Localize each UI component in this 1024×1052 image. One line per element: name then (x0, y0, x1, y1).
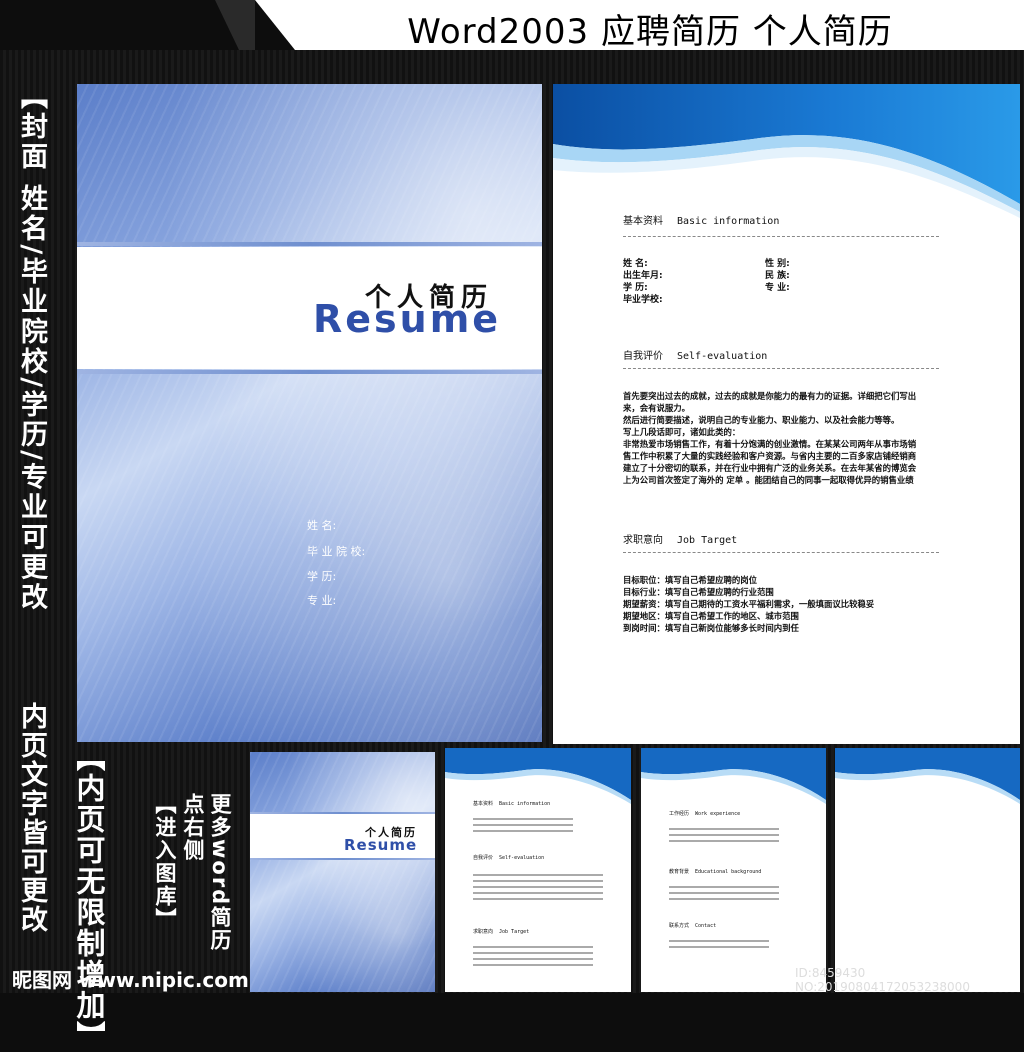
thumb-text-block (669, 828, 779, 830)
section-job-heading: 求职意向 Job Target (623, 531, 737, 546)
section-job-cn: 求职意向 (623, 535, 663, 546)
job-text-line: 目标职位：填写自己希望应聘的岗位 (623, 575, 757, 585)
thumb-text-block (669, 898, 779, 900)
side-caption-cover: 【封面 姓名/毕业院校/学历/专业可更改 (16, 82, 47, 613)
thumb-text-block (669, 834, 779, 836)
thumb-section-1-cn: 工作经历 (669, 811, 690, 817)
self-text-line: 来，会有说服力。 (623, 403, 690, 413)
thumb-text-block (473, 958, 593, 960)
thumb-section-2: 自我评价 Self-evaluation (473, 854, 544, 861)
watermark-left: 昵图网 www.nipic.com (12, 968, 249, 992)
content-page-thumbnail-1: 基本资料 Basic information 自我评价 Self-evaluatio… (445, 748, 631, 992)
page-header-wave (641, 748, 826, 804)
thumb-text-block (473, 952, 593, 954)
thumb-section-3-en: Contact (695, 923, 717, 929)
page-header-wave (445, 748, 631, 804)
thumb-cover-resume: Resume (344, 836, 418, 854)
thumb-text-block (473, 824, 573, 826)
thumb-section-2-en: Educational background (695, 869, 762, 875)
divider (623, 236, 939, 237)
thumb-section-1-cn: 基本资料 (473, 801, 494, 807)
side-caption-more: 更多word简历 (208, 793, 232, 953)
cover-field-school: 毕 业 院 校: (307, 545, 366, 558)
section-self-en: Self-evaluation (677, 351, 768, 362)
thumb-section-2-en: Self-evaluation (499, 855, 545, 861)
section-basic-en: Basic information (677, 216, 780, 227)
divider (623, 552, 939, 553)
thumb-section-1-en: Basic information (499, 801, 551, 807)
thumb-text-block (669, 940, 769, 942)
thumb-text-block (669, 946, 769, 948)
self-text-line: 建立了十分密切的联系，并在行业中拥有广泛的业务关系。在去年某省的博览会 (623, 463, 917, 473)
cover-resume: Resume (313, 297, 502, 341)
thumb-text-block (669, 840, 779, 842)
cover-field-degree: 学 历: (307, 570, 337, 583)
content-page-large: 基本资料 Basic information 姓 名: 出生年月: 学 历: 毕业… (553, 84, 1020, 744)
self-text-line: 售工作中积累了大量的实践经验和客户资源。与省内主要的二百多家店铺经销商 (623, 451, 917, 461)
thumb-text-block (473, 874, 603, 876)
job-text-line: 目标行业：填写自己希望应聘的行业范围 (623, 587, 774, 597)
self-text-line: 首先要突出过去的成就，过去的成就是你能力的最有力的证据。详细把它们写出 (623, 391, 917, 401)
thumb-section-3-cn: 联系方式 (669, 923, 690, 929)
cover-field-name: 姓 名: (307, 519, 337, 532)
thumb-section-1: 基本资料 Basic information (473, 800, 550, 807)
self-text-line: 上为公司首次签定了海外的 定单 。能团结自己的同事一起取得优异的销售业绩 (623, 475, 914, 485)
cover-band-bottom-line (77, 370, 542, 374)
cover-texture (77, 84, 542, 742)
thumb-text-block (473, 898, 603, 900)
self-text-line: 写上几段话即可，诸如此类的： (623, 427, 741, 437)
thumb-text-block (473, 880, 603, 882)
thumb-section-1-en: Work experience (695, 811, 741, 817)
content-page-thumbnail-3 (835, 748, 1020, 992)
page-header-wave (835, 748, 1020, 804)
basic-field-school: 毕业学校: (623, 295, 663, 305)
section-basic-cn: 基本资料 (623, 216, 663, 227)
watermark-right: ID:8459430 NO:20190804172053238000 (795, 966, 970, 994)
job-text-line: 期望薪资：填写自己期待的工资水平福利需求，一般填面议比较稳妥 (623, 599, 875, 609)
thumb-section-3: 求职意向 Job Target (473, 928, 529, 935)
section-job-en: Job Target (677, 535, 738, 546)
cover-band-bottom-line (250, 858, 435, 860)
section-basic-heading: 基本资料 Basic information (623, 212, 779, 227)
self-text-line: 然后进行简要描述，说明自己的专业能力、职业能力、以及社会能力等等。 (623, 415, 900, 425)
thumb-text-block (473, 964, 593, 966)
thumb-section-3-en: Job Target (499, 929, 530, 935)
thumb-section-3-cn: 求职意向 (473, 929, 494, 935)
side-caption-click: 点右侧 (181, 793, 205, 862)
thumb-section-2: 教育背景 Educational background (669, 868, 761, 875)
thumb-section-3: 联系方式 Contact (669, 922, 716, 929)
thumb-text-block (473, 818, 573, 820)
cover-texture (250, 752, 435, 992)
thumb-section-2-cn: 自我评价 (473, 855, 494, 861)
job-text-line: 期望地区：填写自己希望工作的地区、城市范围 (623, 611, 799, 621)
self-text-line: 非常热爱市场销售工作，有着十分饱满的创业激情。在某某公司两年从事市场销 (623, 439, 917, 449)
side-caption-unlimited: 【内页可无限制增加】 (72, 742, 106, 1052)
cover-field-major: 专 业: (307, 594, 337, 607)
page-header-wave (553, 84, 1020, 218)
thumb-text-block (669, 892, 779, 894)
thumb-text-block (473, 830, 573, 832)
cover-page-large: 个人简历 Resume 姓 名: 毕 业 院 校: 学 历: 专 业: (77, 84, 542, 742)
content-page-thumbnail-2: 工作经历 Work experience 教育背景 Educational back… (641, 748, 826, 992)
page-title: Word2003 应聘简历 个人简历 (407, 12, 893, 52)
thumb-text-block (473, 946, 593, 948)
job-text-line: 到岗时间：填写自己新岗位能够多长时间内到任 (623, 623, 799, 633)
divider (623, 368, 939, 369)
section-self-cn: 自我评价 (623, 351, 663, 362)
section-self-heading: 自我评价 Self-evaluation (623, 347, 767, 362)
basic-field-major: 专 业: (765, 283, 790, 293)
cover-page-thumbnail: 个人简历 Resume (250, 752, 435, 992)
thumb-text-block (473, 892, 603, 894)
cover-band-top-line (77, 242, 542, 246)
side-caption-gallery: 【进入图库】 (153, 793, 177, 931)
thumb-section-1: 工作经历 Work experience (669, 810, 740, 817)
thumb-section-2-cn: 教育背景 (669, 869, 690, 875)
side-caption-content: 内页文字皆可更改 (16, 702, 47, 934)
thumb-text-block (473, 886, 603, 888)
thumb-text-block (669, 886, 779, 888)
